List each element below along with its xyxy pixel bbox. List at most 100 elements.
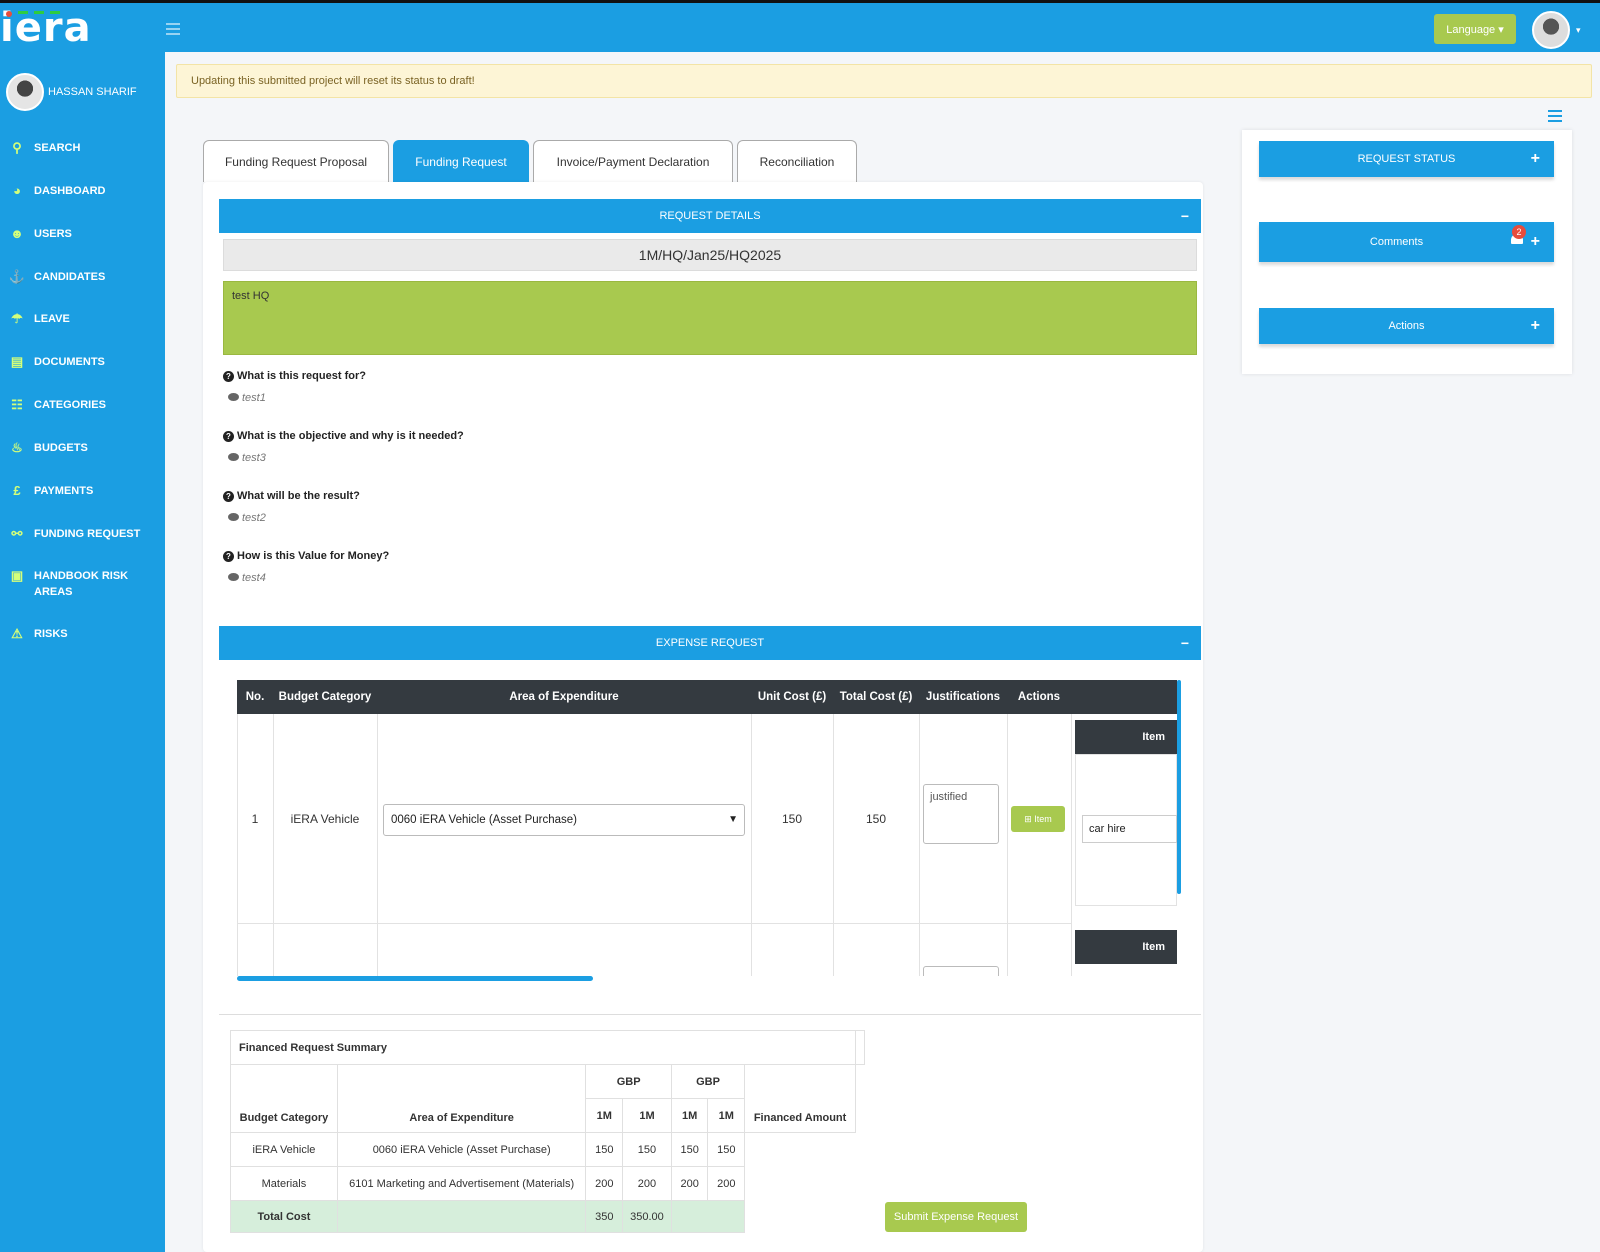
candidates-icon: ⚓ (8, 269, 26, 284)
funding-icon: ⚯ (11, 526, 23, 541)
plus-icon[interactable]: + (1531, 308, 1540, 344)
comment-icon (228, 573, 239, 581)
top-avatar[interactable] (1532, 11, 1570, 49)
comment-icon (228, 453, 239, 461)
th-summary-category: Budget Category (230, 1064, 338, 1133)
expense-request-header[interactable]: EXPENSE REQUEST − (219, 626, 1201, 660)
expense-table-header: No. Budget Category Area of Expenditure … (237, 680, 1177, 714)
vertical-scrollbar[interactable] (1177, 680, 1181, 894)
answer-4: test4 (228, 572, 266, 584)
pound-icon: £ (13, 483, 21, 498)
menu-toggle-icon[interactable] (166, 23, 180, 38)
budgets-icon: ♨ (11, 440, 23, 455)
th-area: Area of Expenditure (509, 691, 619, 703)
tab-invoice-payment-declaration[interactable]: Invoice/Payment Declaration (533, 140, 733, 182)
row-1-no: 1 (251, 812, 259, 826)
logo[interactable]: iera (0, 5, 110, 51)
request-reference: 1M/HQ/Jan25/HQ2025 (223, 239, 1197, 271)
item-subtable-header-2: Item (1075, 930, 1177, 964)
summary-total-row: Total Cost 350 350.00 (230, 1200, 865, 1233)
item-subtable-header: Item (1075, 720, 1177, 754)
expense-request-title: EXPENSE REQUEST (655, 637, 765, 649)
sidebar-item-categories[interactable]: ☷ CATEGORIES (0, 397, 165, 413)
sidebar-item-risks[interactable]: ⚠ RISKS (0, 626, 165, 642)
item-input[interactable]: car hire (1082, 815, 1177, 843)
sidebar-item-funding-request[interactable]: ⚯ FUNDING REQUEST (0, 526, 165, 542)
request-details-header[interactable]: REQUEST DETAILS − (219, 199, 1201, 233)
th-total-cost: Total Cost (£) (839, 691, 913, 703)
add-item-button[interactable]: ⊞ Item (1011, 806, 1065, 832)
question-2: ? What is the objective and why is it nee… (223, 430, 464, 442)
handbook-icon: ▣ (10, 568, 24, 583)
question-1: ? What is this request for? (223, 370, 366, 382)
sidebar-user[interactable]: HASSAN SHARIF (6, 72, 161, 112)
sidebar-item-leave[interactable]: ☂ LEAVE (0, 311, 165, 327)
answer-3: test2 (228, 512, 266, 524)
users-icon: ☻ (10, 226, 24, 241)
question-icon: ? (223, 371, 234, 382)
sidebar-item-dashboard[interactable]: ◕ DASHBOARD (0, 183, 165, 199)
documents-icon: ▤ (10, 354, 24, 369)
plus-icon[interactable]: + (1531, 222, 1540, 262)
question-icon: ? (223, 551, 234, 562)
divider (219, 1014, 1201, 1015)
question-icon: ? (223, 491, 234, 502)
th-gbp-2: GBP (670, 1064, 746, 1099)
justification-textarea-2[interactable] (923, 966, 999, 976)
tab-funding-request[interactable]: Funding Request (393, 140, 529, 182)
submit-expense-request-button[interactable]: Submit Expense Request (885, 1202, 1027, 1232)
summary-row: Materials 6101 Marketing and Advertiseme… (230, 1166, 865, 1201)
top-navbar: iera Language ▾ ▾ (0, 0, 1600, 52)
question-4: ? How is this Value for Money? (223, 550, 389, 562)
plus-square-icon: ⊞ (1024, 813, 1035, 824)
answer-2: test3 (228, 452, 266, 464)
user-name: HASSAN SHARIF (48, 86, 137, 98)
th-unit-cost: Unit Cost (£) (757, 691, 827, 703)
area-of-expenditure-select[interactable]: 0060 iERA Vehicle (Asset Purchase) ▼ (383, 804, 745, 836)
notification-badge: 2 (1512, 225, 1526, 239)
leave-icon: ☂ (11, 311, 23, 326)
dashboard-icon: ◕ (13, 183, 21, 198)
request-details-title: REQUEST DETAILS (659, 210, 761, 222)
collapse-icon[interactable]: − (1181, 199, 1189, 233)
request-status-button[interactable]: REQUEST STATUS + (1259, 141, 1554, 177)
sidebar: HASSAN SHARIF ⚲ SEARCH ◕ DASHBOARD ☻ USERS … (0, 52, 165, 1252)
sidebar-item-budgets[interactable]: ♨ BUDGETS (0, 440, 165, 456)
sidebar-item-documents[interactable]: ▤ DOCUMENTS (0, 354, 165, 370)
list-menu-icon[interactable] (1548, 110, 1562, 125)
sidebar-item-payments[interactable]: £ PAYMENTS (0, 483, 165, 499)
th-financed-amount: Financed Amount (744, 1064, 856, 1133)
th-no: No. (245, 691, 265, 703)
language-button[interactable]: Language ▾ (1434, 14, 1516, 44)
th-actions: Actions (1017, 691, 1061, 703)
answer-1: test1 (228, 392, 266, 404)
row-1-total-cost: 150 (865, 812, 887, 826)
sidebar-item-search[interactable]: ⚲ SEARCH (0, 140, 165, 156)
plus-icon[interactable]: + (1531, 141, 1540, 177)
tab-funding-request-proposal[interactable]: Funding Request Proposal (203, 140, 389, 182)
comments-button[interactable]: Comments 2 + (1259, 222, 1554, 262)
actions-button[interactable]: Actions + (1259, 308, 1554, 344)
horizontal-scrollbar[interactable] (237, 976, 593, 981)
chevron-down-icon[interactable]: ▾ (1576, 25, 1581, 36)
description-textarea[interactable]: test HQ (223, 281, 1197, 355)
chevron-down-icon: ▼ (728, 814, 738, 825)
th-budget-category: Budget Category (278, 691, 372, 703)
status-alert: Updating this submitted project will res… (176, 64, 1592, 98)
tab-reconciliation[interactable]: Reconciliation (737, 140, 857, 182)
avatar (6, 73, 44, 111)
summary-row: iERA Vehicle 0060 iERA Vehicle (Asset Pu… (230, 1132, 865, 1167)
financed-summary-table: Financed Request Summary Budget Category… (230, 1030, 865, 1233)
sidebar-item-users[interactable]: ☻ USERS (0, 226, 165, 242)
sidebar-item-candidates[interactable]: ⚓ CANDIDATES (0, 269, 165, 285)
question-icon: ? (223, 431, 234, 442)
collapse-icon[interactable]: − (1181, 626, 1189, 660)
categories-icon: ☷ (11, 397, 23, 412)
question-3: ? What will be the result? (223, 490, 360, 502)
search-icon: ⚲ (12, 140, 22, 155)
justification-textarea[interactable]: justified (923, 784, 999, 844)
comment-icon (228, 393, 239, 401)
sidebar-item-handbook-risk-areas[interactable]: ▣ HANDBOOK RISK AREAS (0, 568, 165, 600)
row-1-category: iERA Vehicle (290, 812, 360, 826)
warning-icon: ⚠ (11, 626, 23, 641)
